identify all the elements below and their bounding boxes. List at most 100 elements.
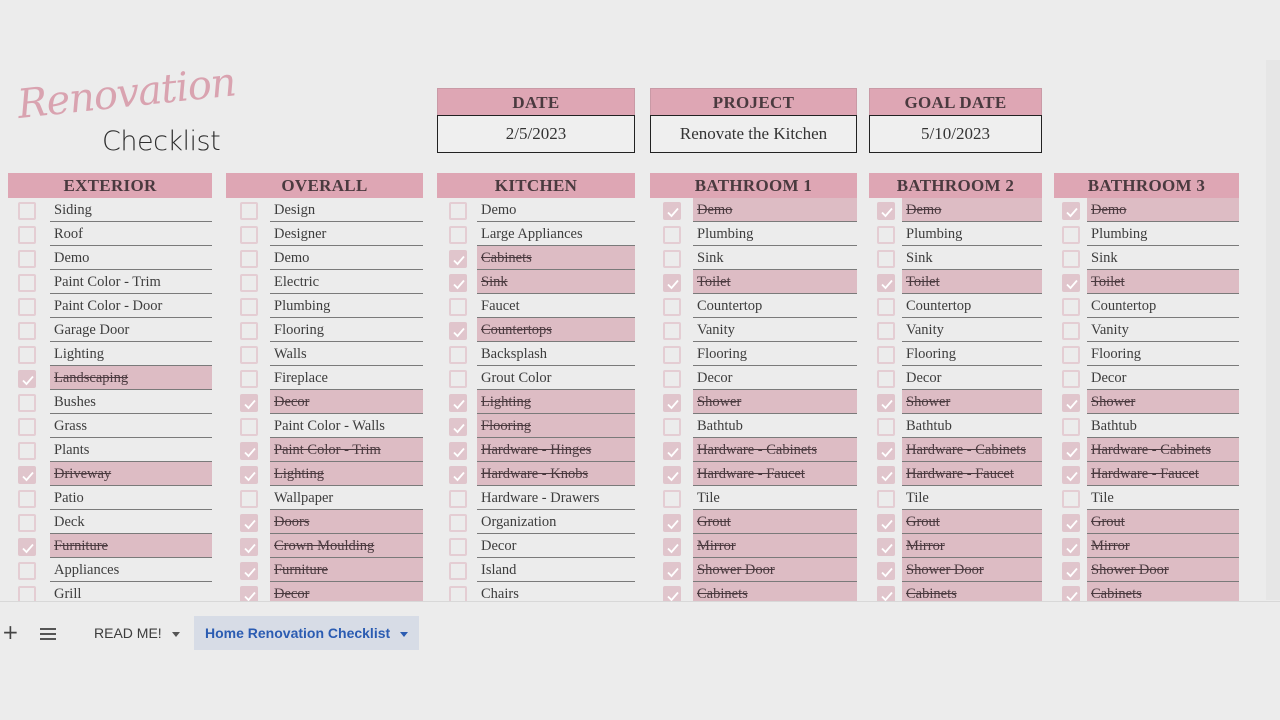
checklist-item-label[interactable]: Flooring	[1087, 342, 1239, 366]
checkbox[interactable]	[663, 346, 681, 364]
checkbox-checked[interactable]	[663, 466, 681, 484]
checklist-item-label[interactable]: Shower Door	[693, 558, 857, 582]
checkbox-checked[interactable]	[1062, 394, 1080, 412]
checkbox[interactable]	[877, 346, 895, 364]
checklist-item-label[interactable]: Patio	[50, 486, 212, 510]
checkbox-checked[interactable]	[1062, 274, 1080, 292]
checkbox[interactable]	[449, 514, 467, 532]
checkbox-checked[interactable]	[877, 442, 895, 460]
checkbox[interactable]	[1062, 250, 1080, 268]
checkbox[interactable]	[18, 442, 36, 460]
checklist-item-label[interactable]: Decor	[902, 366, 1042, 390]
checklist-item-label[interactable]: Bathtub	[902, 414, 1042, 438]
checkbox-checked[interactable]	[240, 538, 258, 556]
checkbox[interactable]	[18, 490, 36, 508]
checkbox-checked[interactable]	[663, 274, 681, 292]
checklist-item-label[interactable]: Garage Door	[50, 318, 212, 342]
checkbox[interactable]	[1062, 370, 1080, 388]
checklist-item-label[interactable]: Shower Door	[902, 558, 1042, 582]
checklist-item-label[interactable]: Demo	[270, 246, 423, 270]
checklist-item-label[interactable]: Wallpaper	[270, 486, 423, 510]
checkbox-checked[interactable]	[18, 370, 36, 388]
checkbox[interactable]	[877, 298, 895, 316]
checkbox[interactable]	[1062, 346, 1080, 364]
checklist-item-label[interactable]: Mirror	[693, 534, 857, 558]
checklist-item-label[interactable]: Hardware - Knobs	[477, 462, 635, 486]
checkbox-checked[interactable]	[449, 442, 467, 460]
checklist-item-label[interactable]: Vanity	[693, 318, 857, 342]
checklist-item-label[interactable]: Hardware - Faucet	[693, 462, 857, 486]
checkbox-checked[interactable]	[877, 562, 895, 580]
checkbox-checked[interactable]	[1062, 466, 1080, 484]
checklist-item-label[interactable]: Shower	[902, 390, 1042, 414]
checklist-item-label[interactable]: Hardware - Cabinets	[902, 438, 1042, 462]
caret-down-icon[interactable]	[400, 631, 409, 637]
checklist-item-label[interactable]: Demo	[1087, 198, 1239, 222]
checklist-item-label[interactable]: Countertop	[1087, 294, 1239, 318]
checkbox[interactable]	[877, 322, 895, 340]
checklist-item-label[interactable]: Countertops	[477, 318, 635, 342]
checkbox[interactable]	[1062, 418, 1080, 436]
checkbox-checked[interactable]	[18, 466, 36, 484]
checklist-item-label[interactable]: Toilet	[902, 270, 1042, 294]
checkbox-checked[interactable]	[1062, 442, 1080, 460]
checkbox-checked[interactable]	[449, 274, 467, 292]
checklist-item-label[interactable]: Large Appliances	[477, 222, 635, 246]
checkbox[interactable]	[240, 202, 258, 220]
checklist-item-label[interactable]: Plumbing	[693, 222, 857, 246]
checklist-item-label[interactable]: Decor	[1087, 366, 1239, 390]
checkbox[interactable]	[449, 562, 467, 580]
checklist-item-label[interactable]: Deck	[50, 510, 212, 534]
checklist-item-label[interactable]: Shower	[693, 390, 857, 414]
checklist-item-label[interactable]: Decor	[693, 366, 857, 390]
checklist-item-label[interactable]: Shower Door	[1087, 558, 1239, 582]
checklist-item-label[interactable]: Countertop	[693, 294, 857, 318]
checkbox[interactable]	[240, 346, 258, 364]
checkbox[interactable]	[18, 322, 36, 340]
checkbox-checked[interactable]	[663, 394, 681, 412]
checklist-item-label[interactable]: Mirror	[902, 534, 1042, 558]
checkbox[interactable]	[449, 346, 467, 364]
checklist-item-label[interactable]: Design	[270, 198, 423, 222]
checklist-item-label[interactable]: Hardware - Faucet	[902, 462, 1042, 486]
checkbox[interactable]	[449, 538, 467, 556]
checklist-item-label[interactable]: Shower	[1087, 390, 1239, 414]
checklist-item-label[interactable]: Sink	[477, 270, 635, 294]
checkbox[interactable]	[18, 562, 36, 580]
checklist-item-label[interactable]: Demo	[50, 246, 212, 270]
checklist-item-label[interactable]: Toilet	[693, 270, 857, 294]
checklist-item-label[interactable]: Plants	[50, 438, 212, 462]
checklist-item-label[interactable]: Grass	[50, 414, 212, 438]
checkbox-checked[interactable]	[877, 274, 895, 292]
checkbox-checked[interactable]	[449, 466, 467, 484]
checklist-item-label[interactable]: Demo	[477, 198, 635, 222]
checklist-item-label[interactable]: Grout	[1087, 510, 1239, 534]
checklist-item-label[interactable]: Tile	[1087, 486, 1239, 510]
checkbox[interactable]	[240, 250, 258, 268]
checklist-item-label[interactable]: Driveway	[50, 462, 212, 486]
checkbox[interactable]	[877, 418, 895, 436]
sheet-tab-read-me[interactable]: READ ME!	[84, 616, 190, 650]
checklist-item-label[interactable]: Roof	[50, 222, 212, 246]
checkbox-checked[interactable]	[1062, 538, 1080, 556]
goal-date-value[interactable]: 5/10/2023	[869, 115, 1042, 153]
checklist-item-label[interactable]: Plumbing	[1087, 222, 1239, 246]
vertical-scrollbar[interactable]	[1266, 60, 1280, 600]
checkbox-checked[interactable]	[877, 514, 895, 532]
checklist-item-label[interactable]: Sink	[902, 246, 1042, 270]
checklist-item-label[interactable]: Lighting	[50, 342, 212, 366]
checkbox-checked[interactable]	[877, 466, 895, 484]
checkbox[interactable]	[240, 370, 258, 388]
checkbox-checked[interactable]	[240, 514, 258, 532]
checkbox-checked[interactable]	[663, 562, 681, 580]
checklist-item-label[interactable]: Plumbing	[902, 222, 1042, 246]
checkbox[interactable]	[877, 226, 895, 244]
checklist-item-label[interactable]: Siding	[50, 198, 212, 222]
checkbox[interactable]	[240, 226, 258, 244]
checklist-item-label[interactable]: Faucet	[477, 294, 635, 318]
checkbox-checked[interactable]	[663, 202, 681, 220]
checklist-item-label[interactable]: Flooring	[902, 342, 1042, 366]
checklist-item-label[interactable]: Toilet	[1087, 270, 1239, 294]
checkbox[interactable]	[18, 250, 36, 268]
checklist-item-label[interactable]: Hardware - Faucet	[1087, 462, 1239, 486]
